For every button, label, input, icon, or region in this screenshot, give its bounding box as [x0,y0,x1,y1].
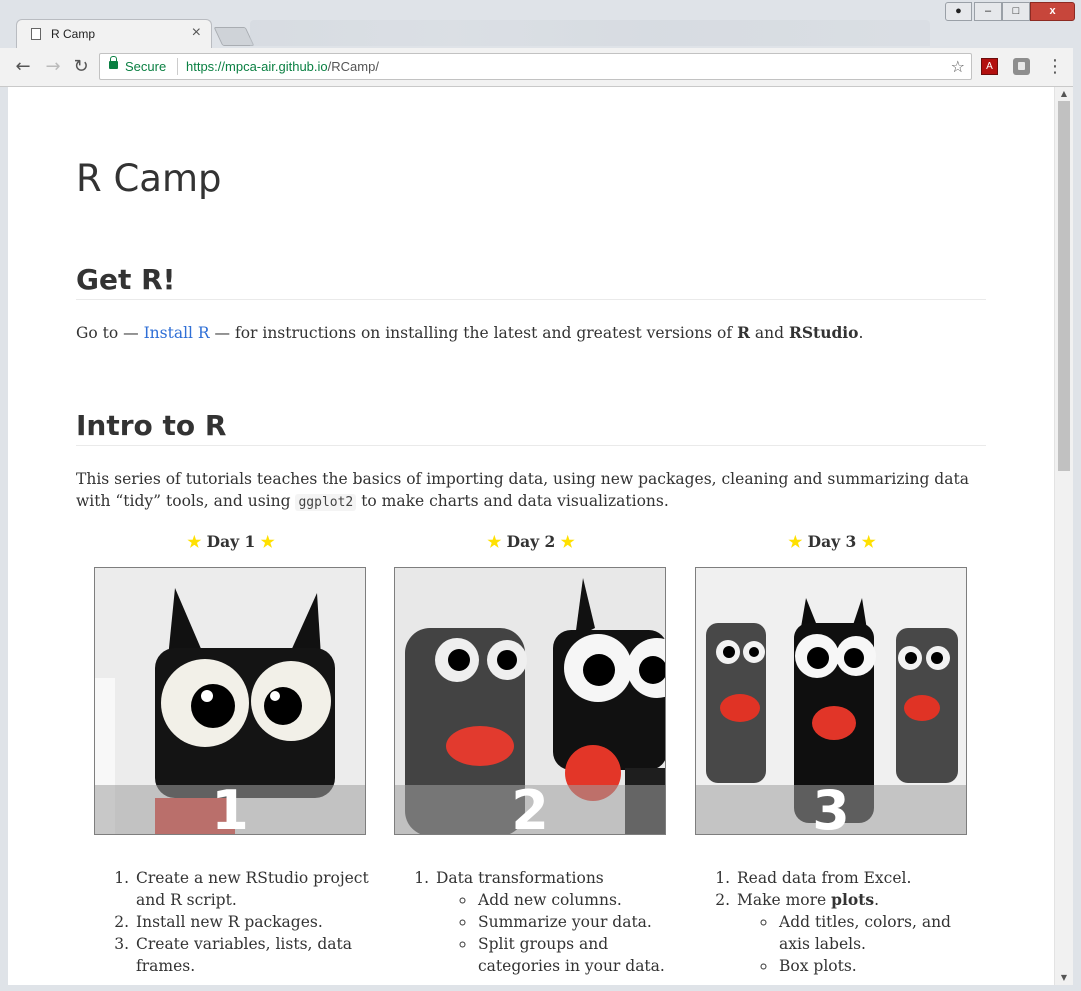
day-3-list: Read data from Excel. Make more plots. A… [695,867,975,977]
list-item-text: . [874,891,880,909]
new-tab-button[interactable] [213,27,255,46]
day-3-image[interactable]: 3 [695,567,967,835]
scrollbar-thumb[interactable] [1058,101,1070,471]
bold-rstudio: RStudio [788,323,859,342]
omnibox-divider [177,58,178,75]
url-text[interactable]: https://mpca-air.github.io/RCamp/ [186,59,379,74]
address-bar[interactable]: Secure https://mpca-air.github.io/RCamp/… [99,53,972,80]
list-item: Install new R packages. [134,911,374,933]
day-label: Day 1 [206,532,256,551]
get-r-paragraph: Go to — Install R — for instructions on … [76,322,863,344]
scroll-down-icon[interactable]: ▼ [1055,972,1073,984]
bookmark-star-icon[interactable]: ☆ [951,57,965,76]
list-item: Create variables, lists, data frames. [134,933,374,977]
scroll-up-icon[interactable]: ▲ [1055,88,1073,100]
day-number: 1 [211,779,249,835]
intro-paragraph: This series of tutorials teaches the bas… [76,468,976,514]
text-segment: . [858,324,864,342]
window-frame-left [0,87,8,985]
text-segment: to make charts and data visualizations. [356,492,669,510]
text-segment: Go to — [76,324,144,342]
code-ggplot2: ggplot2 [295,494,357,511]
close-window-icon: x [1049,5,1056,17]
sub-list-item: Split groups and categories in your data… [476,933,674,977]
reload-button[interactable]: ↻ [70,56,92,78]
minimize-icon: – [984,5,992,17]
menu-icon[interactable]: ⋮ [1046,57,1064,77]
extension-icon[interactable] [1013,58,1030,75]
sub-list-item: Add titles, colors, and axis labels. [777,911,975,955]
sub-list: Add titles, colors, and axis labels. Box… [737,911,975,977]
vertical-scrollbar[interactable]: ▲ ▼ [1054,87,1073,985]
toolbar: ← → ↻ Secure https://mpca-air.github.io/… [0,48,1081,87]
star-icon: ★ [788,532,803,551]
sub-list-item: Box plots. [777,955,975,977]
day-label: Day 2 [506,532,556,551]
secure-label: Secure [125,59,167,74]
day-1-image[interactable]: 1 [94,567,366,835]
sub-list-item: Summarize your data. [476,911,674,933]
page-viewport: R Camp Get R! Go to — Install R — for in… [8,87,1054,985]
day-label: Day 3 [807,532,857,551]
day-1-heading: ★ Day 1 ★ [94,532,368,551]
window-frame-bottom [0,985,1081,991]
text-segment: — for instructions on installing the lat… [209,324,738,342]
list-item: Create a new RStudio project and R scrip… [134,867,374,911]
user-icon: ● [955,5,962,17]
list-item: Read data from Excel. [735,867,975,889]
document-icon [31,28,41,40]
list-item-text: Make more [737,891,832,909]
get-r-heading: Get R! [76,263,986,300]
day-3-heading: ★ Day 3 ★ [695,532,969,551]
window-frame-right [1073,48,1081,991]
star-icon: ★ [260,532,275,551]
page-title: R Camp [76,157,222,200]
profile-button[interactable]: ● [945,2,972,21]
list-item: Make more plots. Add titles, colors, and… [735,889,975,977]
back-button[interactable]: ← [12,56,34,78]
maximize-button[interactable]: □ [1002,2,1030,21]
text-segment: and [749,324,789,342]
forward-button[interactable]: → [42,56,64,78]
star-icon: ★ [861,532,876,551]
tab-rcamp[interactable]: R Camp × [16,19,212,48]
sub-list-item: Add new columns. [476,889,674,911]
star-icon: ★ [487,532,502,551]
list-item-text: Data transformations [436,869,604,887]
bold-plots: plots [831,890,875,909]
bold-r: R [737,323,750,342]
background-tabs [250,20,930,46]
tab-strip: R Camp × ● – □ x [0,0,1081,48]
day-2-image[interactable]: 2 [394,567,666,835]
intro-heading: Intro to R [76,409,986,446]
url-path: /RCamp/ [327,59,379,74]
window-close-button[interactable]: x [1030,2,1075,21]
day-2-list: Data transformations Add new columns. Su… [394,867,674,977]
lock-icon [109,56,118,69]
star-icon: ★ [560,532,575,551]
sub-list: Add new columns. Summarize your data. Sp… [436,889,674,977]
url-base: https://mpca-air.github.io [186,59,328,74]
star-icon: ★ [187,532,202,551]
day-2-heading: ★ Day 2 ★ [394,532,668,551]
pdf-extension-icon[interactable]: A [981,58,998,75]
list-item: Data transformations Add new columns. Su… [434,867,674,977]
browser-window: R Camp × ● – □ x ← → ↻ Secure https://mp… [0,0,1081,991]
day-number: 2 [511,779,549,835]
install-r-link[interactable]: Install R [144,324,210,342]
day-1-list: Create a new RStudio project and R scrip… [94,867,374,977]
tab-title: R Camp [51,27,96,41]
close-icon[interactable]: × [192,24,201,42]
maximize-icon: □ [1012,5,1020,17]
minimize-button[interactable]: – [974,2,1002,21]
day-number: 3 [812,779,850,835]
